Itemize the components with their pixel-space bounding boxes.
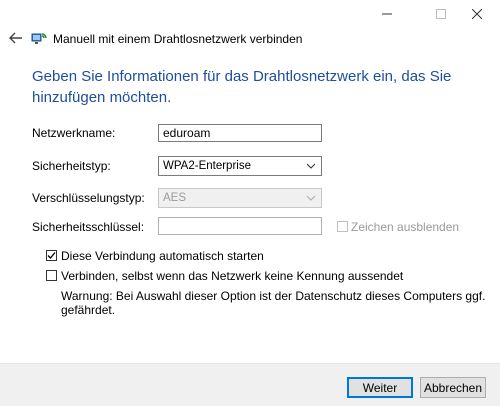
network-icon xyxy=(31,30,47,46)
minimize-button[interactable] xyxy=(364,0,410,28)
security-type-select[interactable]: WPA2-Enterprise xyxy=(158,156,322,176)
window-title: Manuell mit einem Drahtlosnetzwerk verbi… xyxy=(53,32,303,46)
back-button[interactable] xyxy=(6,30,26,46)
network-name-label: Netzwerkname: xyxy=(32,126,116,140)
hide-characters-checkbox xyxy=(337,221,348,232)
back-arrow-icon xyxy=(9,32,22,44)
network-name-input[interactable]: eduroam xyxy=(158,124,322,142)
encryption-type-label: Verschlüsselungstyp: xyxy=(32,191,145,205)
encryption-type-value: AES xyxy=(163,192,187,204)
next-button[interactable]: Weiter xyxy=(347,377,413,398)
security-key-label: Sicherheitsschlüssel: xyxy=(32,220,145,234)
page-heading: Geben Sie Informationen für das Drahtlos… xyxy=(32,68,452,106)
auto-connect-label: Diese Verbindung automatisch starten xyxy=(61,249,264,263)
security-type-label: Sicherheitstyp: xyxy=(32,159,111,173)
connect-hidden-checkbox[interactable] xyxy=(46,270,57,281)
chevron-down-icon xyxy=(306,163,316,169)
minimize-icon xyxy=(382,13,392,15)
connect-hidden-label: Verbinden, selbst wenn das Netzwerk kein… xyxy=(61,269,404,283)
security-type-value: WPA2-Enterprise xyxy=(163,160,251,172)
chevron-down-icon xyxy=(306,195,316,201)
checkmark-icon xyxy=(47,252,56,259)
encryption-type-select: AES xyxy=(158,188,322,208)
maximize-icon xyxy=(436,9,446,19)
security-key-input[interactable] xyxy=(158,217,322,235)
hide-characters-label: Zeichen ausblenden xyxy=(351,220,460,234)
close-button[interactable] xyxy=(454,0,500,28)
auto-connect-checkbox[interactable] xyxy=(46,250,57,261)
cancel-button[interactable]: Abbrechen xyxy=(420,377,486,398)
privacy-warning-text: Warnung: Bei Auswahl dieser Option ist d… xyxy=(61,289,486,317)
close-icon xyxy=(472,9,482,19)
